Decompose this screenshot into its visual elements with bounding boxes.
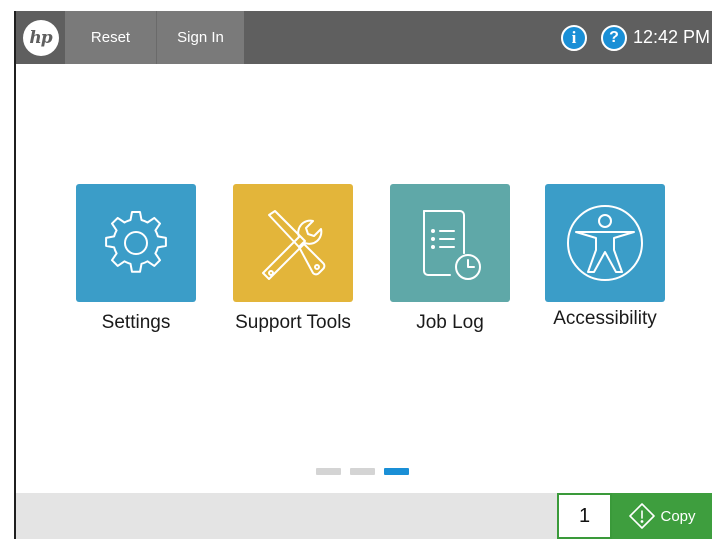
tools-icon	[262, 210, 326, 280]
info-glyph: i	[571, 27, 577, 47]
sign-in-label: Sign In	[177, 29, 224, 46]
support-tools-tile[interactable]	[233, 184, 353, 302]
accessibility-label: Accessibility	[553, 308, 657, 329]
sign-in-button[interactable]: Sign In	[157, 11, 244, 64]
support-tools-label: Support Tools	[235, 312, 351, 333]
gear-icon	[105, 211, 167, 273]
copies-field[interactable]: 1	[557, 493, 612, 539]
job-log-icon	[423, 210, 481, 280]
accessibility-icon	[567, 205, 643, 281]
hp-logo-icon: hp	[22, 19, 59, 56]
reset-label: Reset	[90, 29, 131, 46]
page-dot-1[interactable]	[316, 468, 341, 475]
help-glyph: ?	[609, 28, 619, 46]
settings-label: Settings	[101, 312, 171, 333]
job-log-label: Job Log	[416, 312, 484, 333]
accessibility-tile[interactable]	[545, 184, 665, 302]
reset-button[interactable]: Reset	[65, 11, 156, 64]
app-settings[interactable]: Settings	[76, 184, 196, 334]
app-job-log[interactable]: Job Log	[390, 184, 510, 334]
frame-left-edge	[14, 11, 16, 539]
status-area: i ? 12:42 PM	[560, 11, 712, 64]
clock: 12:42 PM	[632, 27, 710, 47]
home-button[interactable]: hp	[16, 11, 65, 64]
app-support-tools[interactable]: Support Tools	[233, 184, 353, 334]
top-bar: hp Reset Sign In i ? 12:42 PM	[16, 11, 712, 64]
copy-label: Copy	[660, 507, 696, 525]
help-icon[interactable]: ?	[600, 24, 627, 51]
copy-button[interactable]: Copy	[612, 493, 712, 539]
job-log-tile[interactable]	[390, 184, 510, 302]
app-accessibility[interactable]: Accessibility	[545, 184, 665, 330]
start-copy-icon	[629, 503, 656, 529]
page-dot-2[interactable]	[350, 468, 375, 475]
frame-top	[0, 0, 712, 11]
logo-text: hp	[29, 27, 52, 48]
info-icon[interactable]: i	[560, 24, 587, 51]
page-indicator	[316, 468, 409, 475]
settings-tile[interactable]	[76, 184, 196, 302]
copies-value: 1	[578, 504, 591, 527]
page-dot-3[interactable]	[384, 468, 409, 475]
